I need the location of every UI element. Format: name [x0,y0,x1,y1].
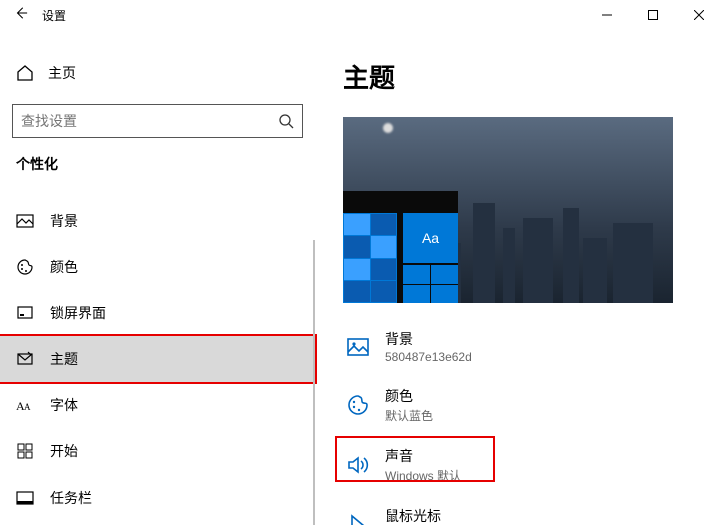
option-title: 声音 [385,446,461,466]
font-icon: AA [16,396,34,414]
option-title: 颜色 [385,386,433,406]
sidebar: 主页 个性化 背景 颜色 锁屏 [0,30,315,525]
picture-icon [16,212,34,230]
maximize-icon [648,10,658,20]
start-icon [16,442,34,460]
option-subtitle: 580487e13e62d [385,350,472,364]
minimize-button[interactable] [584,0,630,30]
nav-label: 开始 [50,441,78,461]
svg-text:A: A [24,402,31,412]
lockscreen-icon [16,304,34,322]
search-input[interactable] [12,104,303,138]
option-title: 背景 [385,329,472,349]
theme-option-color[interactable]: 颜色 默认蓝色 [343,382,702,428]
close-button[interactable] [676,0,722,30]
nav-item-themes[interactable]: 主题 [0,336,315,382]
window-title: 设置 [42,7,66,24]
titlebar: 设置 [0,0,722,30]
palette-icon [345,392,371,418]
theme-option-sound[interactable]: 声音 Windows 默认 [343,442,702,488]
sound-icon [345,452,371,478]
nav-item-lockscreen[interactable]: 锁屏界面 [0,290,315,336]
nav-label: 锁屏界面 [50,303,106,323]
theme-option-cursor[interactable]: 鼠标光标 Windows 默认 [343,502,702,525]
option-subtitle: 默认蓝色 [385,407,433,424]
sidebar-scrollbar[interactable] [313,240,315,525]
search-icon [278,113,294,129]
theme-preview[interactable]: Aa [343,117,673,303]
arrow-left-icon [14,6,28,20]
nav-list: 背景 颜色 锁屏界面 主题 AA 字体 [0,198,315,520]
section-title: 个性化 [0,154,315,174]
search-field[interactable] [21,113,278,129]
option-subtitle: Windows 默认 [385,467,461,484]
nav-label: 字体 [50,395,78,415]
home-icon [16,64,34,82]
palette-icon [16,258,34,276]
highlight-annotation [0,334,317,384]
theme-option-background[interactable]: 背景 580487e13e62d [343,325,702,368]
nav-label: 背景 [50,211,78,231]
picture-icon [345,334,371,360]
page-heading: 主题 [343,58,702,95]
maximize-button[interactable] [630,0,676,30]
close-icon [694,10,704,20]
minimize-icon [602,10,612,20]
home-link[interactable]: 主页 [0,56,315,90]
taskbar-icon [16,489,34,507]
nav-item-colors[interactable]: 颜色 [0,244,315,290]
content-area: 主题 Aa 背景 580487e13e62d [315,30,722,525]
nav-label: 颜色 [50,257,78,277]
nav-item-background[interactable]: 背景 [0,198,315,244]
nav-label: 任务栏 [50,488,92,508]
nav-label: 主题 [50,349,78,369]
home-label: 主页 [48,63,76,83]
nav-item-taskbar[interactable]: 任务栏 [0,474,315,520]
cursor-icon [345,512,371,525]
nav-item-start[interactable]: 开始 [0,428,315,474]
option-title: 鼠标光标 [385,506,461,525]
theme-icon [16,350,34,368]
settings-window: 设置 主页 个性化 [0,0,722,525]
back-button[interactable] [14,6,28,25]
nav-item-fonts[interactable]: AA 字体 [0,382,315,428]
aa-tile: Aa [403,213,458,263]
